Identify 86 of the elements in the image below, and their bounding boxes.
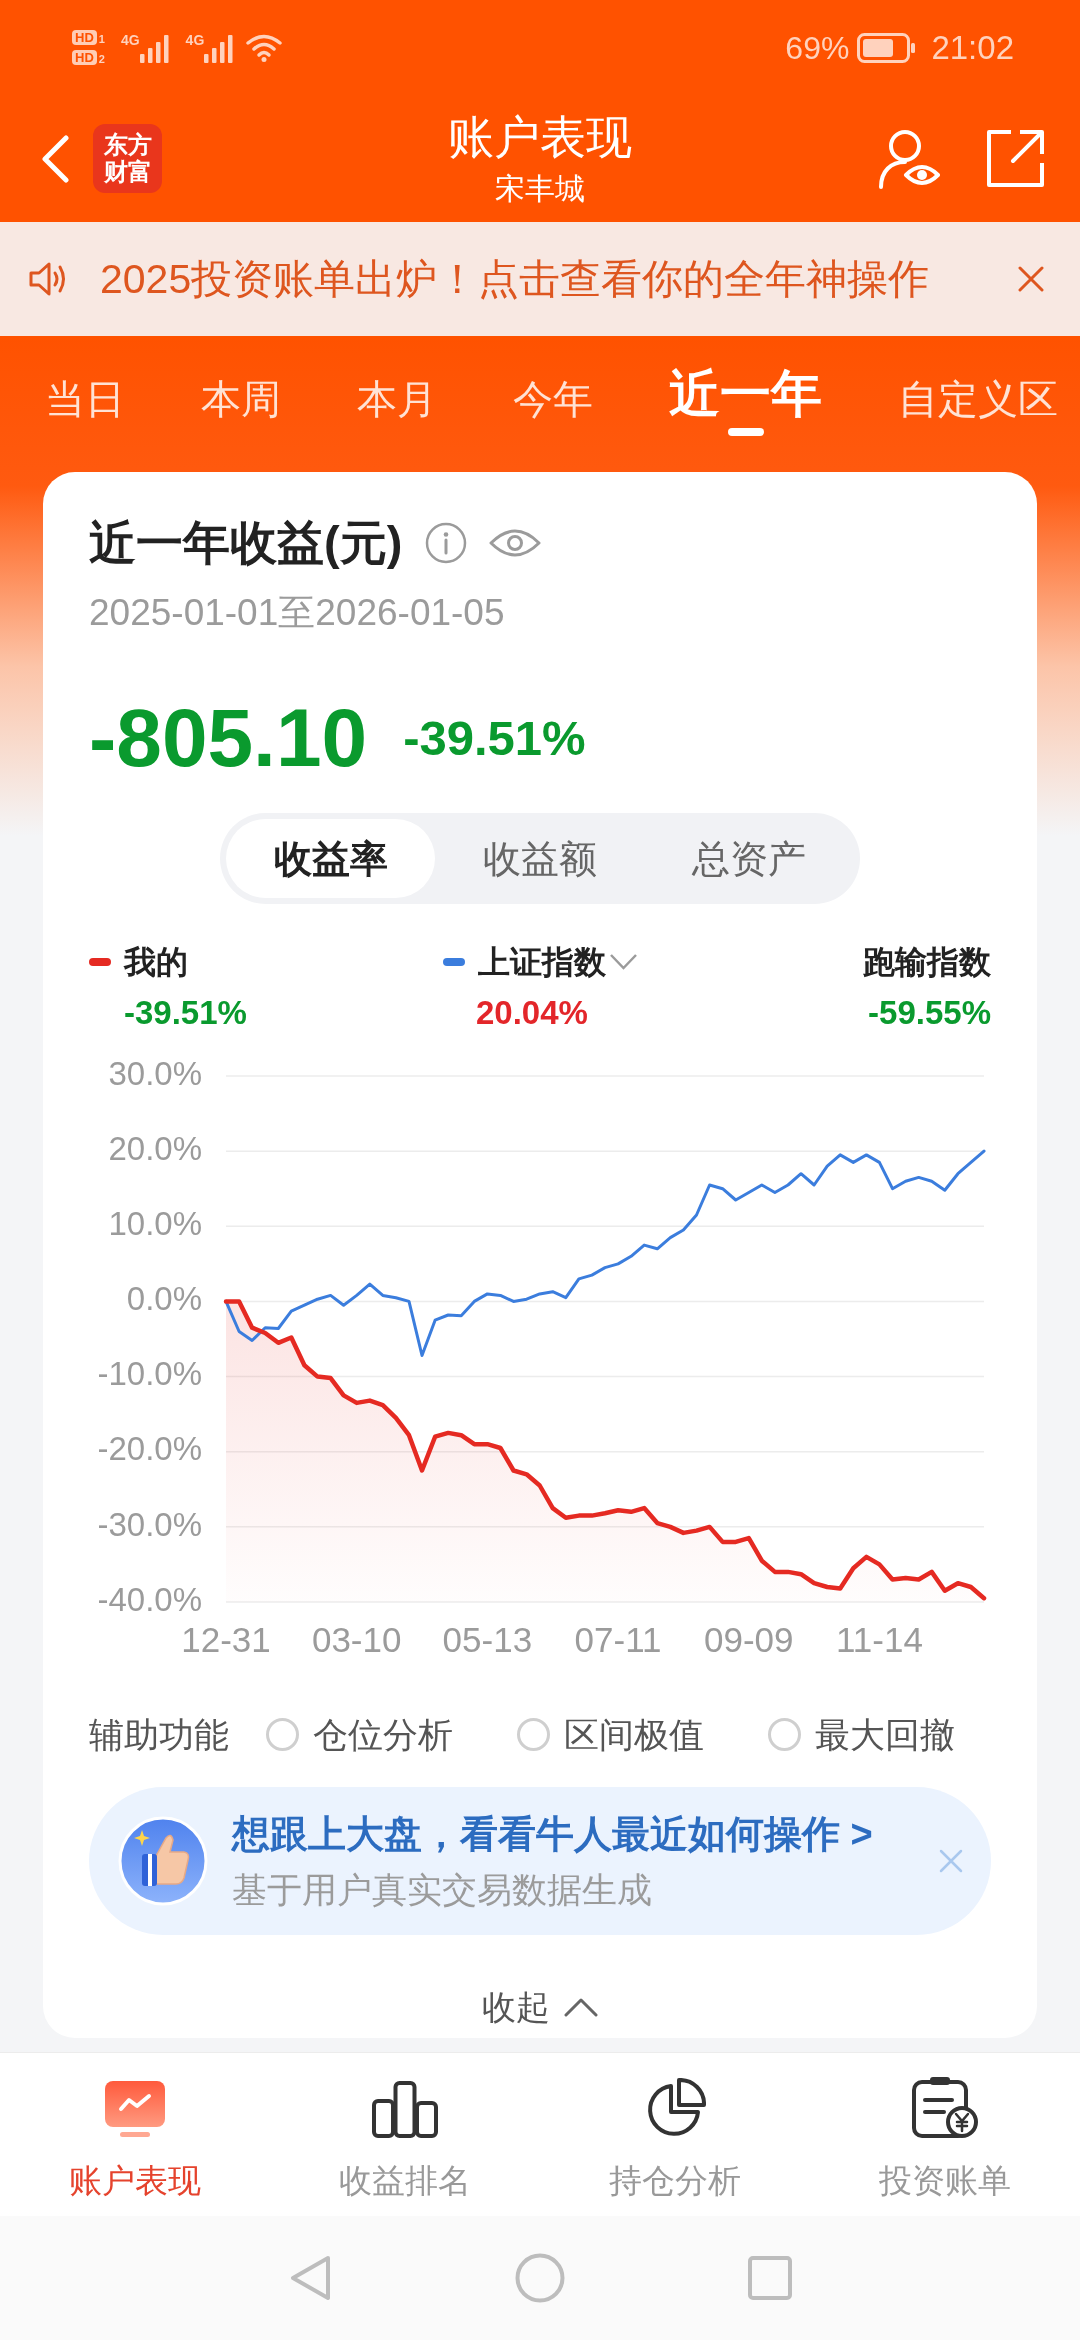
- caret-up-icon: [564, 1997, 598, 2017]
- y-axis-label: -20.0%: [97, 1430, 202, 1468]
- y-axis-label: 30.0%: [108, 1054, 202, 1092]
- profit-rate: -39.51%: [403, 713, 586, 763]
- y-axis-label: 20.0%: [108, 1129, 202, 1167]
- y-axis-label: -10.0%: [97, 1355, 202, 1393]
- circle-home-icon: [515, 2253, 565, 2303]
- notice-text[interactable]: 2025投资账单出炉！点击查看你的全年神操作: [100, 258, 930, 300]
- square-recents-icon: [748, 2256, 792, 2300]
- profit-amount: -805.10: [89, 697, 368, 779]
- promo-close-button[interactable]: [939, 1849, 963, 1873]
- nav-tab[interactable]: 持仓分析: [540, 2053, 810, 2216]
- info-button[interactable]: [425, 521, 468, 564]
- metric-tab[interactable]: 总资产: [644, 819, 854, 898]
- period-tab[interactable]: 当日: [45, 379, 125, 436]
- page-title: 账户表现: [448, 113, 632, 160]
- hd-badge: HD: [72, 30, 97, 45]
- legend-value: -59.55%: [868, 996, 991, 1029]
- x-axis-label: 09-09: [704, 1620, 794, 1660]
- battery-percent: 69%: [785, 31, 850, 64]
- notice-banner[interactable]: 2025投资账单出炉！点击查看你的全年神操作: [0, 222, 1080, 336]
- sim-slot-number: 2: [98, 54, 105, 65]
- y-axis-label: 10.0%: [108, 1205, 202, 1242]
- app-logo: 东方财富: [93, 124, 162, 193]
- chart-monitor-icon: [105, 2081, 165, 2138]
- thumbs-up-icon: [118, 1816, 208, 1906]
- profile-view-button[interactable]: [878, 128, 940, 189]
- sim-slot-number: 1: [98, 34, 105, 45]
- close-button[interactable]: [1018, 266, 1044, 292]
- system-back-button[interactable]: [288, 2254, 332, 2302]
- chevron-down-icon: [609, 953, 638, 971]
- period-tab[interactable]: 自定义区: [898, 379, 1058, 436]
- bar-chart-icon: [372, 2081, 438, 2138]
- y-axis-label: 0.0%: [126, 1280, 202, 1318]
- system-home-button[interactable]: [515, 2253, 565, 2303]
- metric-tab[interactable]: 收益率: [226, 819, 436, 898]
- back-button[interactable]: [40, 134, 70, 183]
- radio-option[interactable]: 区间极值: [517, 1717, 704, 1752]
- x-axis-label: 11-14: [836, 1620, 923, 1660]
- nav-tab[interactable]: 投资账单: [810, 2053, 1080, 2216]
- chevron-left-icon: [40, 134, 70, 183]
- network-type-label: 4G: [120, 32, 140, 47]
- close-icon: [1018, 266, 1044, 292]
- user-eye-icon: [878, 128, 940, 189]
- legend-value: -39.51%: [124, 996, 247, 1029]
- radio-option[interactable]: 仓位分析: [266, 1717, 453, 1752]
- hd-badge: HD: [72, 50, 97, 65]
- y-axis-label: -30.0%: [97, 1505, 202, 1543]
- share-button[interactable]: [986, 129, 1045, 188]
- legend-value: 20.04%: [476, 996, 588, 1029]
- account-name: 宋丰城: [495, 173, 585, 204]
- promo-banner[interactable]: 想跟上大盘，看看牛人最近如何操作 > 基于用户真实交易数据生成: [89, 1787, 991, 1935]
- y-axis-label: -40.0%: [97, 1580, 202, 1618]
- legend-label: 跑输指数: [863, 946, 991, 978]
- x-axis-label: 03-10: [311, 1620, 402, 1660]
- date-range: 2025-01-01至2026-01-05: [89, 594, 506, 631]
- legend-label: 我的: [124, 946, 188, 978]
- clock-time: 21:02: [931, 31, 1014, 64]
- signal-bars-icon: [139, 34, 170, 63]
- index-selector[interactable]: 上证指数: [443, 946, 638, 978]
- promo-title[interactable]: 想跟上大盘，看看牛人最近如何操作 >: [232, 1815, 873, 1853]
- system-recents-button[interactable]: [748, 2256, 792, 2300]
- nav-tab[interactable]: 账户表现: [0, 2053, 270, 2216]
- period-tab[interactable]: 本月: [357, 379, 437, 436]
- x-axis-label: 12-31: [181, 1620, 271, 1660]
- info-icon: [425, 521, 468, 564]
- period-tab[interactable]: 近一年: [669, 368, 822, 436]
- close-icon: [939, 1849, 963, 1873]
- tools-label: 辅助功能: [89, 1717, 229, 1752]
- radio-option[interactable]: 最大回撤: [768, 1717, 955, 1752]
- share-icon: [986, 129, 1045, 188]
- triangle-back-icon: [288, 2254, 332, 2302]
- metric-tab[interactable]: 收益额: [435, 819, 645, 898]
- legend-label: 上证指数: [478, 946, 606, 978]
- network-type-label: 4G: [185, 32, 205, 47]
- nav-tab[interactable]: 收益排名: [270, 2053, 540, 2216]
- promo-subtitle: 基于用户真实交易数据生成: [232, 1872, 653, 1907]
- period-tab[interactable]: 本周: [201, 379, 281, 436]
- battery-icon: [857, 32, 918, 63]
- period-tab[interactable]: 今年: [513, 379, 593, 436]
- signal-bars-icon: [204, 34, 235, 63]
- x-axis-label: 07-11: [574, 1620, 662, 1660]
- wifi-icon: [246, 33, 283, 62]
- bill-coin-icon: [912, 2076, 978, 2138]
- x-axis-label: 05-13: [442, 1620, 533, 1660]
- collapse-button[interactable]: 收起: [482, 1990, 598, 2024]
